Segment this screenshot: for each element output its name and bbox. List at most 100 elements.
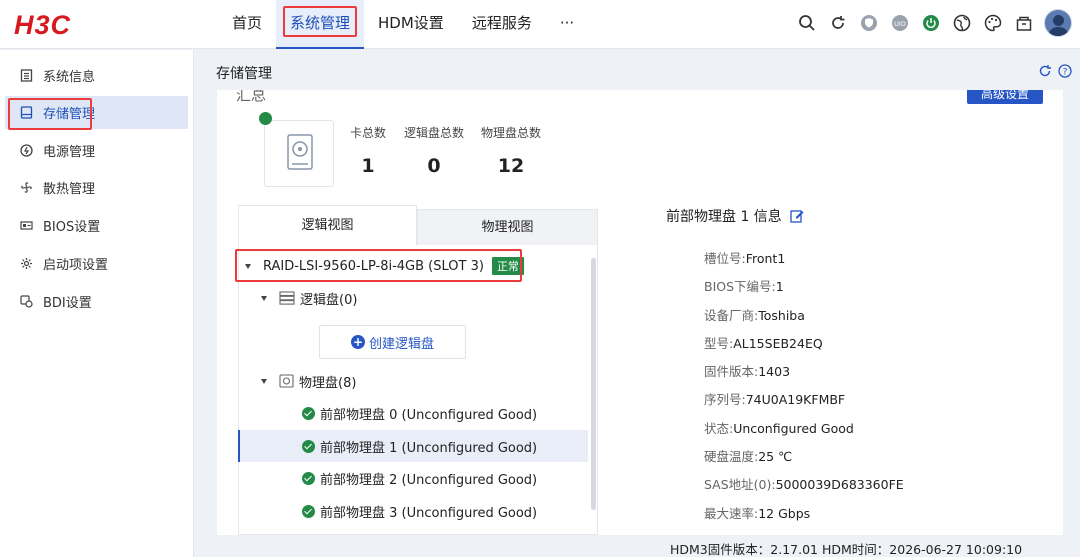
sidebar-item-cooling[interactable]: 散热管理 [5,171,188,204]
advanced-settings-button[interactable]: 高级设置 [967,90,1043,104]
main-nav: 首页 系统管理 HDM设置 远程服务 ··· [218,0,588,49]
sidebar-item-label: BIOS设置 [43,220,101,235]
create-logical-disk-button[interactable]: + 创建逻辑盘 [319,325,466,359]
storage-icon [19,106,33,120]
help-icon[interactable]: ? [1058,64,1072,78]
tree-disk-2[interactable]: 前部物理盘 2 (Unconfigured Good) [238,462,588,494]
top-icons: UID [786,9,1072,37]
sidebar-item-label: BDI设置 [43,296,92,311]
sidebar-item-label: 存储管理 [43,107,96,122]
svg-text:UID: UID [894,20,906,28]
detail-key: 最大速率: [704,505,759,521]
status-dot [259,112,272,125]
disk-label: 前部物理盘 1 (Unconfigured Good) [320,440,538,456]
create-logical-disk-label: 创建逻辑盘 [368,336,434,352]
globe-icon[interactable] [952,13,972,33]
tree-disk-0[interactable]: 前部物理盘 0 (Unconfigured Good) [238,397,588,429]
stat-logical-count: 逻辑盘总数 0 [403,124,465,177]
detail-row: 状态:Unconfigured Good [704,418,904,446]
disk-icon [287,134,313,170]
view-tabs: 逻辑视图 物理视图 [238,205,598,245]
box-icon[interactable] [1014,13,1034,33]
detail-value: 1403 [758,364,791,380]
avatar[interactable] [1044,9,1072,37]
detail-value: 74U0A19KFMBF [745,392,846,408]
detail-key: SAS地址(0): [704,477,776,493]
page-title: 存储管理 [216,66,272,82]
h3c-logo[interactable]: H3C [14,10,71,41]
stat-card-count: 卡总数 1 [347,124,389,177]
stat-label: 卡总数 [349,126,386,140]
sidebar-item-label: 电源管理 [43,145,96,160]
chevron-down-icon[interactable] [261,295,267,301]
sidebar-item-storage[interactable]: 存储管理 [5,96,188,129]
stat-value: 12 [497,155,525,177]
detail-row: 序列号:74U0A19KFMBF [704,389,904,417]
detail-key: 型号: [704,335,734,351]
sidebar-item-bios[interactable]: BIOS设置 [5,209,188,242]
main-header: 存储管理 ? [194,50,1080,90]
status-badge: 正常 [491,257,524,275]
nav-home[interactable]: 首页 [218,0,276,49]
sidebar-item-power[interactable]: 电源管理 [5,134,188,167]
detail-row: BIOS下编号:1 [704,276,904,304]
refresh-icon[interactable] [828,13,848,33]
sidebar-item-boot[interactable]: 启动项设置 [5,247,188,280]
refresh-icon[interactable] [1038,64,1052,78]
disk-label: 前部物理盘 2 (Unconfigured Good) [320,472,538,488]
detail-value: Front1 [745,251,786,266]
physical-disk-icon [279,374,294,388]
tree-disk-1[interactable]: 前部物理盘 1 (Unconfigured Good) [238,430,588,462]
check-circle-icon [302,439,315,453]
detail-row: 槽位号:Front1 [704,248,904,276]
uid-icon[interactable]: UID [890,13,910,33]
check-circle-icon [302,504,315,518]
edit-icon[interactable] [790,209,804,223]
physical-group-label: 物理盘(8) [299,375,357,391]
palette-icon[interactable] [983,13,1003,33]
search-icon[interactable] [797,13,817,33]
tab-logical-view[interactable]: 逻辑视图 [238,205,417,245]
sidebar-item-bdi[interactable]: BDI设置 [5,285,188,318]
fan-icon [19,181,33,195]
tree-disk-3[interactable]: 前部物理盘 3 (Unconfigured Good) [238,495,588,527]
tree-controller[interactable]: RAID-LSI-9560-LP-8i-4GB (SLOT 3) 正常 [245,250,595,282]
header-icons: ? [1032,64,1072,78]
tree-physical-group[interactable]: 物理盘(8) [261,365,611,397]
detail-title-text: 前部物理盘 1 信息 [666,209,782,225]
tree-logical-group[interactable]: 逻辑盘(0) [261,282,611,314]
detail-row: 设备厂商:Toshiba [704,305,904,333]
detail-key: 槽位号: [704,251,746,266]
chevron-down-icon[interactable] [261,378,267,384]
nav-more[interactable]: ··· [546,0,588,49]
stat-value: 0 [427,155,441,177]
sidebar-item-system-info[interactable]: 系统信息 [5,59,188,92]
sidebar: 系统信息 存储管理 电源管理 散热管理 BIOS设置 启动项设置 BDI设置 [0,50,194,557]
detail-value: Toshiba [758,307,805,323]
detail-value: 25 ℃ [758,449,793,465]
power-icon[interactable] [921,13,941,33]
shield-icon[interactable] [859,13,879,33]
disk-label: 前部物理盘 0 (Unconfigured Good) [320,407,538,423]
tree-scrollbar[interactable] [591,258,596,510]
detail-key: 硬盘温度: [704,449,759,465]
logical-group-label: 逻辑盘(0) [300,292,358,308]
detail-row: 型号:AL15SEB24EQ [704,333,904,361]
detail-value: Unconfigured Good [733,420,854,436]
nav-hdm-settings[interactable]: HDM设置 [364,0,458,49]
detail-key: 序列号: [704,392,746,408]
detail-row: SAS地址(0):5000039D683360FE [704,474,904,502]
power-icon [19,144,33,158]
tab-physical-view[interactable]: 物理视图 [417,209,598,245]
bdi-icon [19,295,33,309]
nav-system-management[interactable]: 系统管理 [276,0,365,49]
detail-key: 固件版本: [704,364,759,380]
sidebar-item-label: 散热管理 [43,182,96,197]
detail-key: 设备厂商: [704,307,759,323]
chevron-down-icon[interactable] [245,263,251,269]
bios-icon [19,219,33,233]
detail-row: 硬盘温度:25 ℃ [704,446,904,474]
nav-remote-service[interactable]: 远程服务 [458,0,546,49]
check-circle-icon [302,406,315,420]
sidebar-item-label: 启动项设置 [43,258,109,273]
